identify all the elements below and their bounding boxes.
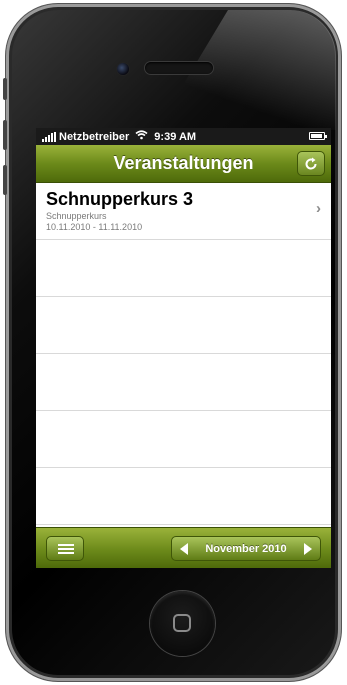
empty-row: [36, 354, 331, 411]
month-navigator: November 2010: [171, 536, 321, 561]
event-date-range: 10.11.2010 - 11.11.2010: [46, 222, 143, 232]
empty-row: [36, 411, 331, 468]
signal-icon: [42, 131, 56, 142]
page-title: Veranstaltungen: [113, 153, 254, 173]
event-list: Schnupperkurs 3 Schnupperkurs 10.11.2010…: [36, 183, 331, 525]
menu-icon: [58, 548, 74, 550]
home-icon: [173, 614, 191, 632]
empty-row: [36, 297, 331, 354]
menu-button[interactable]: [46, 536, 84, 561]
list-item[interactable]: Schnupperkurs 3 Schnupperkurs 10.11.2010…: [36, 183, 331, 240]
clock: 9:39 AM: [154, 130, 197, 143]
event-title: Schnupperkurs 3: [46, 189, 194, 209]
screen: Netzbetreiber 9:39 AM Veranstaltungen Sc…: [36, 128, 331, 568]
arrow-right-icon: [303, 542, 312, 555]
chevron-right-icon: ›: [316, 200, 321, 217]
arrow-left-icon: [180, 542, 188, 555]
bottom-toolbar: November 2010: [36, 527, 331, 568]
home-button[interactable]: [150, 591, 215, 656]
menu-icon: [58, 544, 74, 546]
status-bar: Netzbetreiber 9:39 AM: [36, 128, 331, 145]
battery-icon: [309, 132, 327, 140]
menu-icon: [58, 552, 74, 554]
front-camera: [117, 63, 129, 75]
empty-row: [36, 240, 331, 297]
volume-up-button: [3, 120, 7, 150]
month-label: November 2010: [205, 542, 287, 555]
empty-row: [36, 468, 331, 525]
nav-bar: Veranstaltungen: [36, 145, 331, 183]
next-month-button[interactable]: [296, 537, 320, 560]
previous-month-button[interactable]: [172, 537, 196, 560]
earpiece-speaker: [145, 62, 213, 74]
mute-switch: [3, 78, 7, 100]
wifi-icon: [135, 130, 148, 143]
refresh-button[interactable]: [297, 151, 325, 176]
event-subtitle: Schnupperkurs: [46, 211, 107, 221]
volume-down-button: [3, 165, 7, 195]
carrier-label: Netzbetreiber: [59, 130, 130, 143]
refresh-icon: [305, 157, 317, 170]
